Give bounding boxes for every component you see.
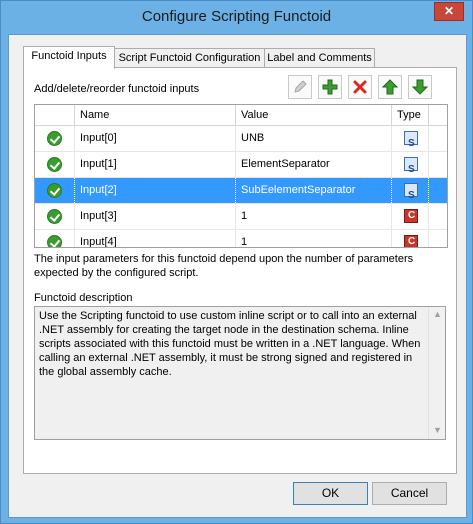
table-row[interactable]: Input[4] 1: [35, 230, 447, 247]
header-type[interactable]: Type: [392, 105, 429, 125]
status-cell: [35, 178, 75, 203]
constant-icon: [404, 235, 418, 247]
cancel-button[interactable]: Cancel: [372, 482, 447, 505]
dialog-client-area: Functoid Inputs Script Functoid Configur…: [8, 34, 467, 518]
status-cell: [35, 230, 75, 247]
close-button[interactable]: ✕: [434, 2, 464, 21]
type-cell[interactable]: [392, 178, 429, 208]
tab-functoid-inputs[interactable]: Functoid Inputs: [23, 46, 115, 69]
header-name[interactable]: Name: [75, 105, 236, 125]
scroll-up-icon[interactable]: ▲: [433, 309, 442, 319]
status-cell: [35, 204, 75, 229]
inputs-caption: Add/delete/reorder functoid inputs: [34, 83, 200, 95]
description-text: Use the Scripting functoid to use custom…: [39, 310, 421, 378]
value-cell[interactable]: 1: [236, 230, 392, 247]
functoid-inputs-panel: Add/delete/reorder functoid inputs Name …: [23, 67, 457, 474]
type-cell[interactable]: [392, 126, 429, 156]
tab-label-and-comments[interactable]: Label and Comments: [264, 48, 375, 68]
header-status: [35, 105, 75, 125]
title-bar[interactable]: Configure Scripting Functoid ✕: [1, 1, 472, 33]
move-up-button[interactable]: [378, 75, 402, 99]
dialog-window: Configure Scripting Functoid ✕ Functoid …: [0, 0, 473, 524]
header-value[interactable]: Value: [236, 105, 392, 125]
arrow-up-icon: [382, 79, 398, 95]
checkmark-icon: [47, 235, 62, 247]
value-cell[interactable]: 1: [236, 204, 392, 229]
name-cell[interactable]: Input[1]: [75, 152, 236, 177]
edit-input-button[interactable]: [288, 75, 312, 99]
move-down-button[interactable]: [408, 75, 432, 99]
type-cell[interactable]: [392, 230, 429, 247]
plus-icon: [322, 79, 338, 95]
description-box: Use the Scripting functoid to use custom…: [34, 306, 446, 440]
value-cell[interactable]: UNB: [236, 126, 392, 151]
description-title: Functoid description: [34, 292, 133, 304]
value-cell[interactable]: SubEelementSeparator: [236, 178, 392, 203]
checkmark-icon: [47, 183, 62, 198]
table-row[interactable]: Input[3] 1: [35, 204, 447, 230]
pencil-icon: [294, 80, 307, 93]
table-row[interactable]: Input[0] UNB: [35, 126, 447, 156]
type-cell[interactable]: [392, 204, 429, 229]
name-cell[interactable]: Input[0]: [75, 126, 236, 151]
delete-x-icon: [353, 80, 367, 94]
script-icon: [404, 131, 418, 156]
window-title: Configure Scripting Functoid: [141, 8, 332, 25]
script-icon: [404, 157, 418, 182]
table-row[interactable]: Input[1] ElementSeparator: [35, 152, 447, 182]
checkmark-icon: [47, 209, 62, 224]
name-cell[interactable]: Input[4]: [75, 230, 236, 247]
scroll-down-icon[interactable]: ▼: [433, 425, 442, 435]
type-cell[interactable]: [392, 152, 429, 182]
delete-input-button[interactable]: [348, 75, 372, 99]
inputs-note: The input parameters for this functoid d…: [34, 253, 414, 279]
table-row-selected[interactable]: Input[2] SubEelementSeparator: [35, 178, 447, 208]
inputs-grid: Name Value Type Input[0] UNB Input[1] El…: [34, 104, 448, 248]
status-cell: [35, 126, 75, 151]
tab-script-functoid-configuration[interactable]: Script Functoid Configuration: [114, 48, 265, 68]
script-icon: [404, 183, 418, 208]
checkmark-icon: [47, 157, 62, 172]
add-input-button[interactable]: [318, 75, 342, 99]
description-scrollbar[interactable]: ▲ ▼: [428, 307, 445, 439]
arrow-down-icon: [412, 79, 428, 95]
constant-icon: [404, 209, 418, 223]
name-cell[interactable]: Input[3]: [75, 204, 236, 229]
checkmark-icon: [47, 131, 62, 146]
grid-header: Name Value Type: [35, 105, 447, 126]
ok-button[interactable]: OK: [293, 482, 368, 505]
value-cell[interactable]: ElementSeparator: [236, 152, 392, 177]
name-cell[interactable]: Input[2]: [75, 178, 236, 203]
status-cell: [35, 152, 75, 177]
